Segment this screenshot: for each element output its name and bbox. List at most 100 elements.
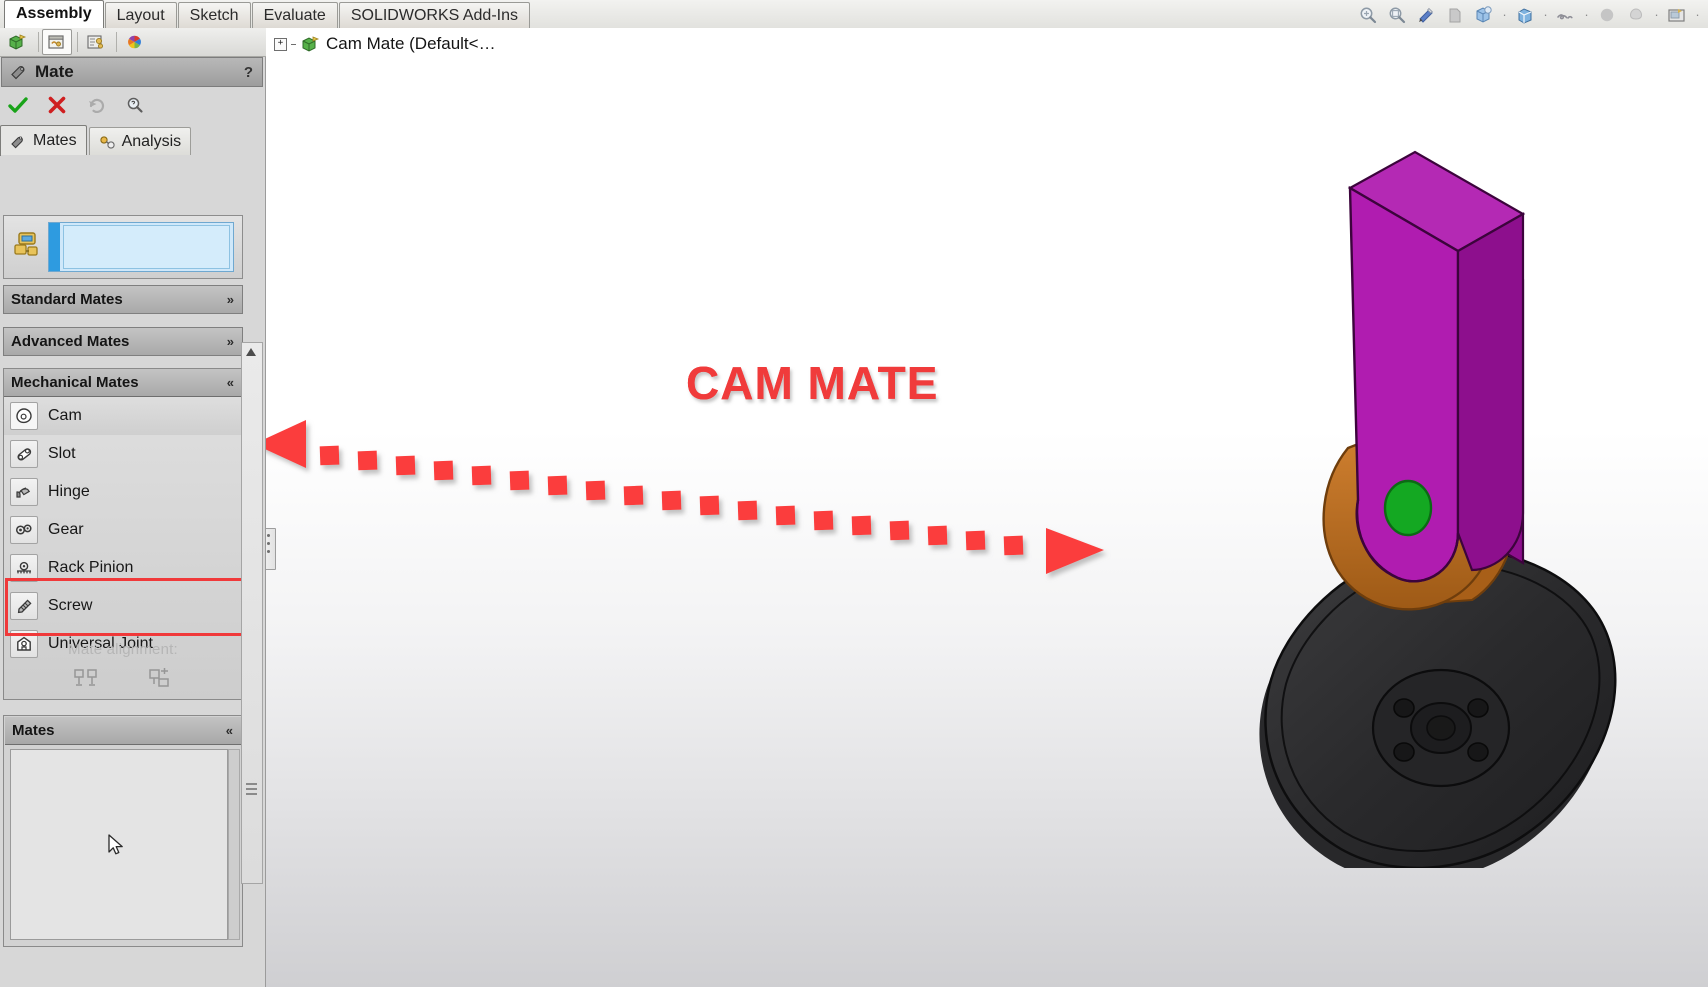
scrollbar-thumb-grip[interactable] bbox=[246, 783, 257, 798]
screw-mate-icon bbox=[10, 592, 38, 620]
mechanical-mate-list: CamSlotHingeGearRack PinionScrewUniversa… bbox=[4, 397, 242, 663]
display-style-icon[interactable] bbox=[1512, 3, 1538, 27]
mate-selections-group bbox=[3, 215, 243, 279]
mechanical-mate-label: Hinge bbox=[48, 483, 90, 501]
undo-button[interactable] bbox=[83, 92, 109, 118]
mechanical-mate-slot[interactable]: Slot bbox=[4, 435, 242, 473]
ribbon-tabs: AssemblyLayoutSketchEvaluateSOLIDWORKS A… bbox=[4, 0, 531, 28]
follower-block bbox=[1350, 152, 1523, 581]
ribbon-tab-sketch[interactable]: Sketch bbox=[178, 2, 251, 28]
mate-selections-input[interactable] bbox=[48, 222, 234, 272]
page-title: Mate bbox=[35, 62, 74, 82]
tree-connector bbox=[291, 44, 296, 45]
pmtab-divider-3 bbox=[116, 32, 117, 52]
feature-tree-root[interactable]: + Cam Mate (Default<… bbox=[274, 34, 496, 54]
property-manager-icon[interactable] bbox=[42, 29, 72, 55]
mechanical-mate-rack-pinion[interactable]: Rack Pinion bbox=[4, 549, 242, 587]
property-manager-tab-strip bbox=[0, 28, 268, 57]
mouse-cursor bbox=[108, 834, 126, 858]
mate-selections-icon bbox=[11, 228, 45, 262]
edit-appearance-icon[interactable] bbox=[1594, 3, 1620, 27]
selection-indicator-bar bbox=[49, 223, 60, 271]
toolbar-dropdown-sep-5: · bbox=[1693, 3, 1702, 27]
mechanical-mate-label: Rack Pinion bbox=[48, 559, 133, 577]
display-manager-icon[interactable] bbox=[120, 29, 150, 55]
chevron-down-icon[interactable]: » bbox=[227, 335, 234, 348]
tab-mates[interactable]: Mates bbox=[0, 125, 87, 156]
section-header-mechanical-mates[interactable]: Mechanical Mates « bbox=[4, 369, 242, 397]
assembly-icon bbox=[300, 34, 322, 54]
section-header-standard-mates[interactable]: Standard Mates » bbox=[3, 285, 243, 314]
mechanical-mate-screw[interactable]: Screw bbox=[4, 587, 242, 625]
feature-manager-tree-icon[interactable] bbox=[3, 29, 33, 55]
tab-analysis[interactable]: Analysis bbox=[89, 127, 192, 156]
pmtab-divider-2 bbox=[77, 32, 78, 52]
zoom-to-area-icon[interactable] bbox=[1384, 3, 1410, 27]
chevron-up-icon[interactable]: « bbox=[226, 723, 233, 738]
property-manager-panel: Mate ? Mates Analysis bbox=[0, 28, 266, 987]
solidworks-window: AssemblyLayoutSketchEvaluateSOLIDWORKS A… bbox=[0, 0, 1708, 987]
graphics-viewport[interactable]: + Cam Mate (Default<… bbox=[266, 28, 1708, 987]
mechanical-mate-gear[interactable]: Gear bbox=[4, 511, 242, 549]
configuration-manager-icon[interactable] bbox=[81, 29, 111, 55]
feature-tree-root-label: Cam Mate (Default<… bbox=[326, 34, 496, 54]
cancel-button[interactable] bbox=[44, 92, 70, 118]
chevron-up-icon[interactable]: « bbox=[227, 375, 234, 390]
analysis-icon bbox=[99, 134, 117, 150]
mate-tabs: Mates Analysis bbox=[0, 124, 265, 156]
ok-button[interactable] bbox=[5, 92, 31, 118]
view-settings-icon[interactable] bbox=[1664, 3, 1690, 27]
section-label: Mechanical Mates bbox=[11, 374, 139, 391]
aligned-icon[interactable] bbox=[72, 665, 100, 691]
chevron-down-icon[interactable]: » bbox=[227, 293, 234, 306]
help-question-mark[interactable]: ? bbox=[244, 64, 253, 81]
mate-alignment-buttons bbox=[4, 665, 242, 691]
section-label: Standard Mates bbox=[11, 291, 123, 308]
property-manager-title-bar: Mate ? bbox=[1, 57, 263, 87]
apply-scene-icon[interactable] bbox=[1623, 3, 1649, 27]
ribbon-tab-layout[interactable]: Layout bbox=[105, 2, 177, 28]
mates-list-scrollbar[interactable] bbox=[228, 749, 240, 940]
gear-mate-icon bbox=[10, 516, 38, 544]
mates-panel-header[interactable]: Mates « bbox=[5, 717, 241, 745]
toolbar-dropdown-sep-3: · bbox=[1582, 3, 1591, 27]
help-button[interactable] bbox=[122, 92, 148, 118]
mechanical-mate-cam[interactable]: Cam bbox=[4, 397, 242, 435]
cam-mate-icon bbox=[10, 402, 38, 430]
section-view-icon[interactable] bbox=[1442, 3, 1468, 27]
rack-pinion-mate-icon bbox=[10, 554, 38, 582]
cam-mate-3d-model[interactable] bbox=[1086, 108, 1708, 868]
annotation-arrow bbox=[266, 398, 1174, 598]
property-manager-scrollbar[interactable] bbox=[241, 342, 263, 884]
previous-view-icon[interactable] bbox=[1413, 3, 1439, 27]
section-label: Advanced Mates bbox=[11, 333, 129, 350]
ribbon-tab-solidworks-add-ins[interactable]: SOLIDWORKS Add-Ins bbox=[339, 2, 530, 28]
slot-mate-icon bbox=[10, 440, 38, 468]
ribbon-tab-assembly[interactable]: Assembly bbox=[4, 0, 104, 28]
ribbon-tab-evaluate[interactable]: Evaluate bbox=[252, 2, 338, 28]
mates-panel-label: Mates bbox=[12, 722, 55, 739]
mechanical-mate-hinge[interactable]: Hinge bbox=[4, 473, 242, 511]
hide-show-items-icon[interactable] bbox=[1553, 3, 1579, 27]
hinge-mate-icon bbox=[10, 478, 38, 506]
section-mechanical-mates: Mechanical Mates « Cam Slot Hinge Gear Rack … bbox=[3, 368, 243, 700]
zoom-to-fit-icon[interactable] bbox=[1355, 3, 1381, 27]
view-orientation-icon[interactable] bbox=[1471, 3, 1497, 27]
mechanical-mate-label: Cam bbox=[48, 407, 82, 425]
view-toolbar: · · · · · bbox=[1355, 2, 1702, 28]
scroll-up-arrow-icon[interactable] bbox=[244, 345, 258, 359]
tab-label: Mates bbox=[33, 132, 77, 150]
toolbar-dropdown-sep-4: · bbox=[1652, 3, 1661, 27]
anti-aligned-icon[interactable] bbox=[146, 665, 174, 691]
mates-panel: Mates « bbox=[3, 715, 243, 947]
property-manager-actions bbox=[0, 88, 270, 122]
toolbar-dropdown-sep: · bbox=[1500, 3, 1509, 27]
section-header-advanced-mates[interactable]: Advanced Mates » bbox=[3, 327, 243, 356]
mechanical-mate-label: Gear bbox=[48, 521, 84, 539]
expand-tree-icon[interactable]: + bbox=[274, 38, 287, 51]
follower-pin bbox=[1385, 481, 1431, 535]
pmtab-divider-1 bbox=[38, 32, 39, 52]
mechanical-mate-label: Slot bbox=[48, 445, 76, 463]
mate-icon bbox=[10, 133, 28, 149]
selection-list[interactable] bbox=[63, 225, 230, 269]
